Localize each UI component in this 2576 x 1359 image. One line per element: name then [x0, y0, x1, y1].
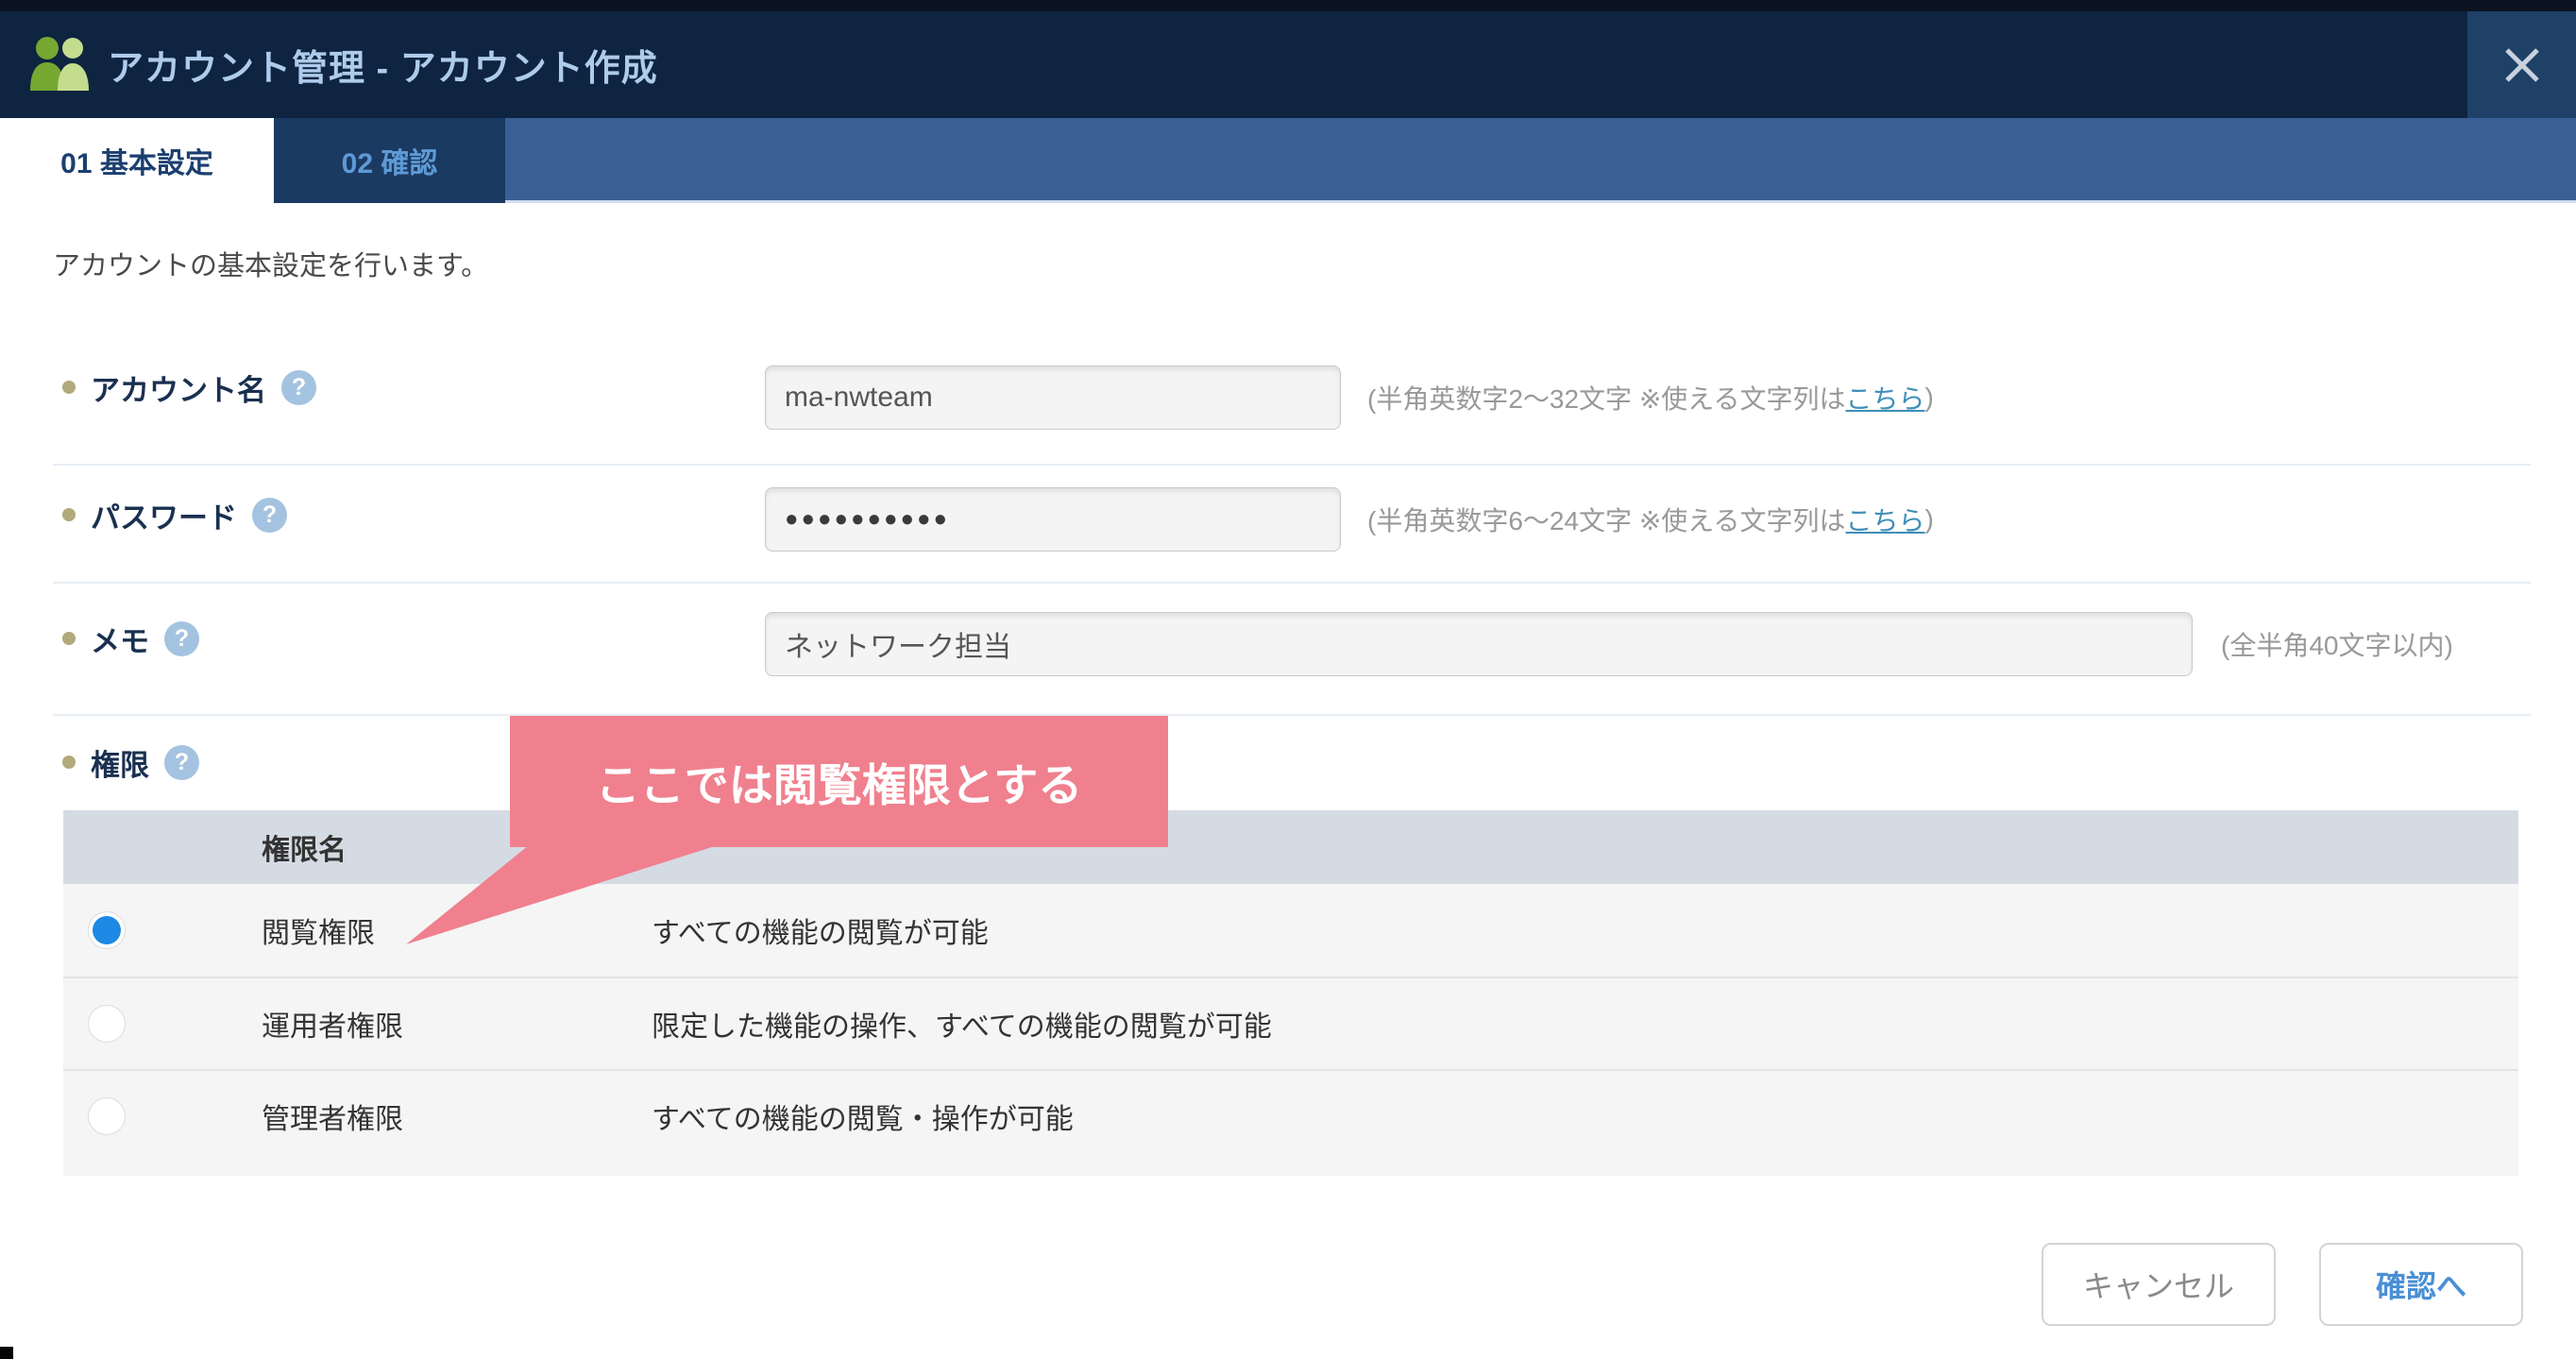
cancel-button[interactable]: キャンセル [2042, 1243, 2276, 1326]
password-input[interactable] [765, 487, 1341, 552]
password-rules-link[interactable]: こちら [1845, 501, 1924, 538]
hint-text: (半角英数字6～24文字 ※使える文字列は [1367, 501, 1845, 538]
account-rules-link[interactable]: こちら [1845, 379, 1924, 416]
password-hint: (半角英数字6～24文字 ※使える文字列はこちら) [1367, 499, 1934, 540]
memo-hint: (全半角40文字以内) [2221, 623, 2453, 665]
modal-header: アカウント管理 - アカウント作成 [0, 11, 2576, 118]
help-icon[interactable]: ? [281, 370, 316, 405]
annotation-callout-tail [397, 845, 737, 951]
accounts-people-icon [28, 36, 91, 94]
annotation-callout: ここでは閲覧権限とする [510, 716, 1168, 847]
permission-name: 管理者権限 [262, 1096, 652, 1137]
account-name-hint: (半角英数字2～32文字 ※使える文字列はこちら) [1367, 377, 1934, 418]
memo-label: メモ [91, 618, 149, 660]
close-icon [2503, 46, 2541, 84]
permission-label: 権限 [91, 741, 149, 784]
hint-text: (全半角40文字以内) [2221, 625, 2453, 663]
help-icon[interactable]: ? [252, 498, 287, 533]
tab-confirm[interactable]: 02 確認 [274, 118, 505, 203]
permission-row-operator[interactable]: 運用者権限 限定した機能の操作、すべての機能の閲覧が可能 [63, 977, 2518, 1069]
row-divider [53, 582, 2531, 584]
page-bottom-edge [0, 1347, 13, 1359]
intro-text: アカウントの基本設定を行います。 [53, 244, 488, 283]
tab-bar: 01 基本設定 02 確認 [0, 118, 2576, 203]
password-label: パスワード [91, 494, 237, 536]
bullet-dot [62, 508, 76, 521]
account-name-label: アカウント名 [91, 366, 266, 409]
radio-button[interactable] [88, 1005, 126, 1043]
page-top-edge [0, 0, 2576, 11]
hint-text: ) [1924, 504, 1933, 535]
permission-name-column-header: 権限名 [63, 826, 347, 868]
bullet-dot [62, 381, 76, 394]
permission-description: すべての機能の閲覧・操作が可能 [652, 1096, 1074, 1137]
bullet-dot [62, 632, 76, 645]
memo-label-row: メモ ? [62, 618, 199, 659]
radio-cell [63, 911, 262, 949]
bullet-dot [62, 756, 76, 769]
row-divider [53, 714, 2531, 716]
radio-button[interactable] [88, 1097, 126, 1135]
permission-label-row: 権限 ? [62, 741, 199, 783]
tab-basic-settings[interactable]: 01 基本設定 [0, 118, 274, 203]
hint-text: (半角英数字2～32文字 ※使える文字列は [1367, 379, 1845, 416]
account-name-label-row: アカウント名 ? [62, 366, 316, 408]
memo-input[interactable] [765, 612, 2193, 676]
permission-name: 運用者権限 [262, 1003, 652, 1045]
radio-cell [63, 1005, 262, 1043]
help-icon[interactable]: ? [164, 621, 199, 656]
password-label-row: パスワード ? [62, 494, 287, 535]
confirm-button[interactable]: 確認へ [2319, 1243, 2523, 1326]
hint-text: ) [1924, 382, 1933, 413]
annotation-callout-text: ここでは閲覧権限とする [596, 749, 1083, 814]
permission-row-admin[interactable]: 管理者権限 すべての機能の閲覧・操作が可能 [63, 1069, 2518, 1162]
modal-title: アカウント管理 - アカウント作成 [108, 39, 658, 91]
radio-button[interactable] [88, 911, 126, 949]
row-divider [53, 464, 2531, 466]
close-button[interactable] [2467, 11, 2576, 118]
account-name-input[interactable] [765, 365, 1341, 430]
radio-cell [63, 1097, 262, 1135]
help-icon[interactable]: ? [164, 745, 199, 780]
permission-description: 限定した機能の操作、すべての機能の閲覧が可能 [652, 1003, 1272, 1045]
